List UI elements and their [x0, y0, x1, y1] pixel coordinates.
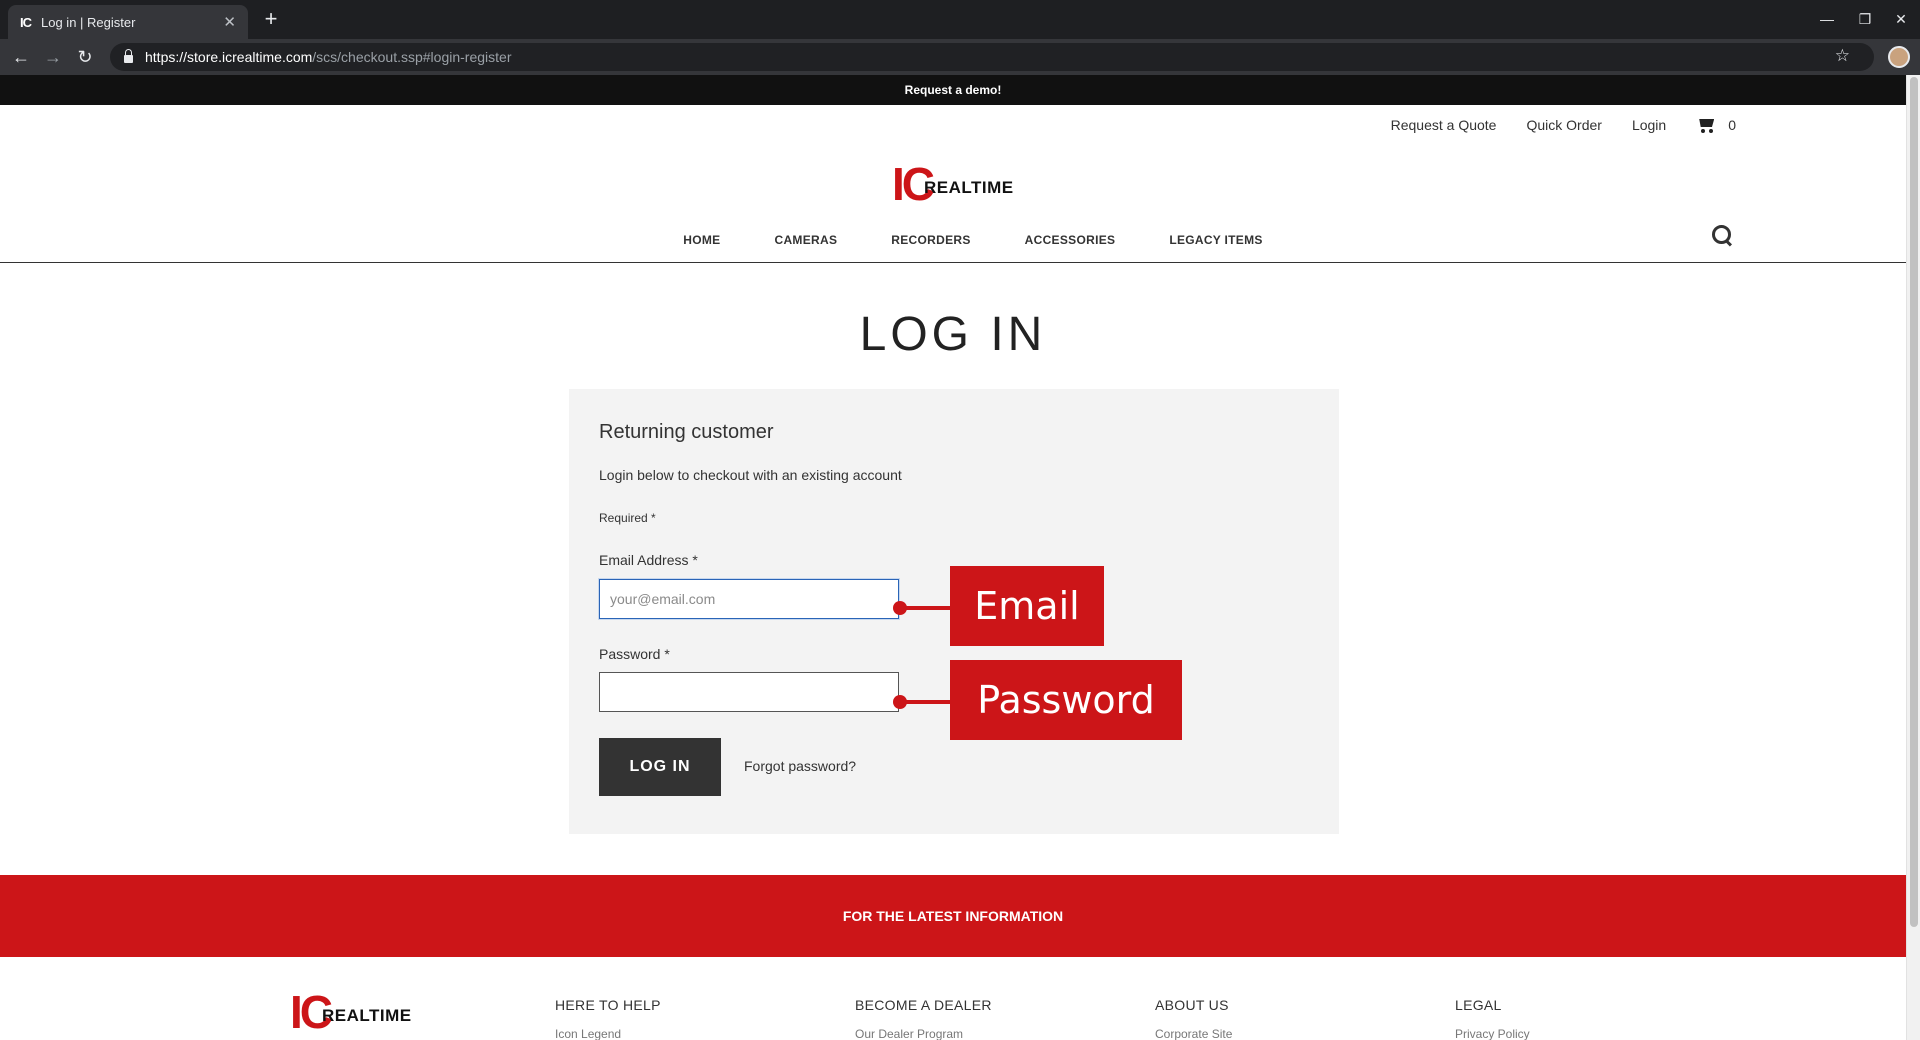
latest-information-band[interactable]: FOR THE LATEST INFORMATION [0, 875, 1906, 957]
site-favicon-icon: IC [20, 14, 32, 30]
footer-link-privacy-policy[interactable]: Privacy Policy [1455, 1027, 1530, 1040]
url-path: /scs/checkout.ssp#login-register [312, 49, 512, 65]
logo-realtime: REALTIME [924, 178, 1014, 197]
nav-legacy-items[interactable]: LEGACY ITEMS [1169, 233, 1262, 247]
footer-link-icon-legend[interactable]: Icon Legend [555, 1027, 661, 1040]
request-demo-banner[interactable]: Request a demo! [0, 75, 1906, 105]
nav-cameras[interactable]: CAMERAS [774, 233, 837, 247]
footer-heading-dealer: BECOME A DEALER [855, 997, 992, 1013]
new-tab-button[interactable]: + [259, 8, 283, 32]
page-title: LOG IN [859, 308, 1047, 361]
email-callout-line [900, 606, 952, 610]
page-scrollbar[interactable] [1906, 75, 1920, 1040]
footer-heading-legal: LEGAL [1455, 997, 1502, 1013]
tab-title: Log in | Register [41, 14, 136, 30]
scrollbar-thumb[interactable] [1910, 77, 1918, 927]
footer-link-corporate-site[interactable]: Corporate Site [1155, 1027, 1232, 1040]
footer-logo[interactable]: IC REALTIME [290, 989, 412, 1035]
password-callout: Password [950, 660, 1182, 740]
lock-icon [124, 49, 133, 63]
browser-tabstrip: IC Log in | Register ✕ + — ❐ ✕ [0, 0, 1920, 39]
browser-tab[interactable]: IC Log in | Register ✕ [8, 5, 248, 39]
request-quote-link[interactable]: Request a Quote [1391, 117, 1497, 133]
minimize-button[interactable]: — [1812, 6, 1842, 32]
cart-icon [1696, 117, 1716, 133]
site-header: Request a Quote Quick Order Login 0 IC R… [0, 105, 1906, 263]
footer-heading-about: ABOUT US [1155, 997, 1229, 1013]
password-callout-line [900, 700, 952, 704]
window-close-button[interactable]: ✕ [1886, 6, 1916, 32]
login-description: Login below to checkout with an existing… [599, 467, 902, 483]
profile-avatar[interactable] [1888, 46, 1910, 68]
site-footer: IC REALTIME HERE TO HELP Icon Legend BEC… [0, 957, 1906, 1040]
tab-close-icon[interactable]: ✕ [223, 13, 236, 31]
bookmark-star-icon[interactable]: ☆ [1835, 46, 1850, 66]
nav-recorders[interactable]: RECORDERS [891, 233, 970, 247]
nav-home[interactable]: HOME [683, 233, 720, 247]
page-viewport: Request a demo! Request a Quote Quick Or… [0, 75, 1920, 1040]
nav-accessories[interactable]: ACCESSORIES [1025, 233, 1116, 247]
cart-button[interactable]: 0 [1696, 117, 1736, 133]
required-note: Required * [599, 511, 656, 525]
utility-nav: Request a Quote Quick Order Login 0 [1391, 117, 1736, 133]
footer-col-help: HERE TO HELP Icon Legend [555, 997, 661, 1040]
restore-button[interactable]: ❐ [1850, 6, 1880, 32]
footer-col-legal: LEGAL Privacy Policy [1455, 997, 1530, 1040]
returning-customer-heading: Returning customer [599, 421, 774, 443]
footer-logo-realtime: REALTIME [322, 1006, 412, 1025]
forgot-password-link[interactable]: Forgot password? [744, 758, 856, 774]
email-label: Email Address * [599, 552, 698, 568]
password-label: Password * [599, 646, 670, 662]
cart-count: 0 [1728, 117, 1736, 133]
url-host: https://store.icrealtime.com [145, 49, 313, 65]
back-button[interactable]: ← [10, 46, 32, 68]
reload-button[interactable]: ↻ [74, 46, 96, 68]
quick-order-link[interactable]: Quick Order [1526, 117, 1601, 133]
main-nav: HOME CAMERAS RECORDERS ACCESSORIES LEGAC… [0, 233, 1906, 247]
email-callout: Email [950, 566, 1104, 646]
footer-heading-help: HERE TO HELP [555, 997, 661, 1013]
footer-link-dealer-program[interactable]: Our Dealer Program [855, 1027, 992, 1040]
search-icon[interactable] [1712, 225, 1734, 247]
email-input[interactable] [599, 579, 899, 619]
footer-col-about: ABOUT US Corporate Site [1155, 997, 1232, 1040]
site-logo[interactable]: IC REALTIME [892, 161, 1014, 207]
forward-button[interactable]: → [42, 46, 64, 68]
footer-col-dealer: BECOME A DEALER Our Dealer Program [855, 997, 992, 1040]
browser-toolbar: ← → ↻ https://store.icrealtime.com/scs/c… [0, 39, 1920, 75]
address-bar[interactable]: https://store.icrealtime.com/scs/checkou… [110, 43, 1874, 71]
login-link[interactable]: Login [1632, 117, 1666, 133]
login-button[interactable]: LOG IN [599, 738, 721, 796]
password-input[interactable] [599, 672, 899, 712]
